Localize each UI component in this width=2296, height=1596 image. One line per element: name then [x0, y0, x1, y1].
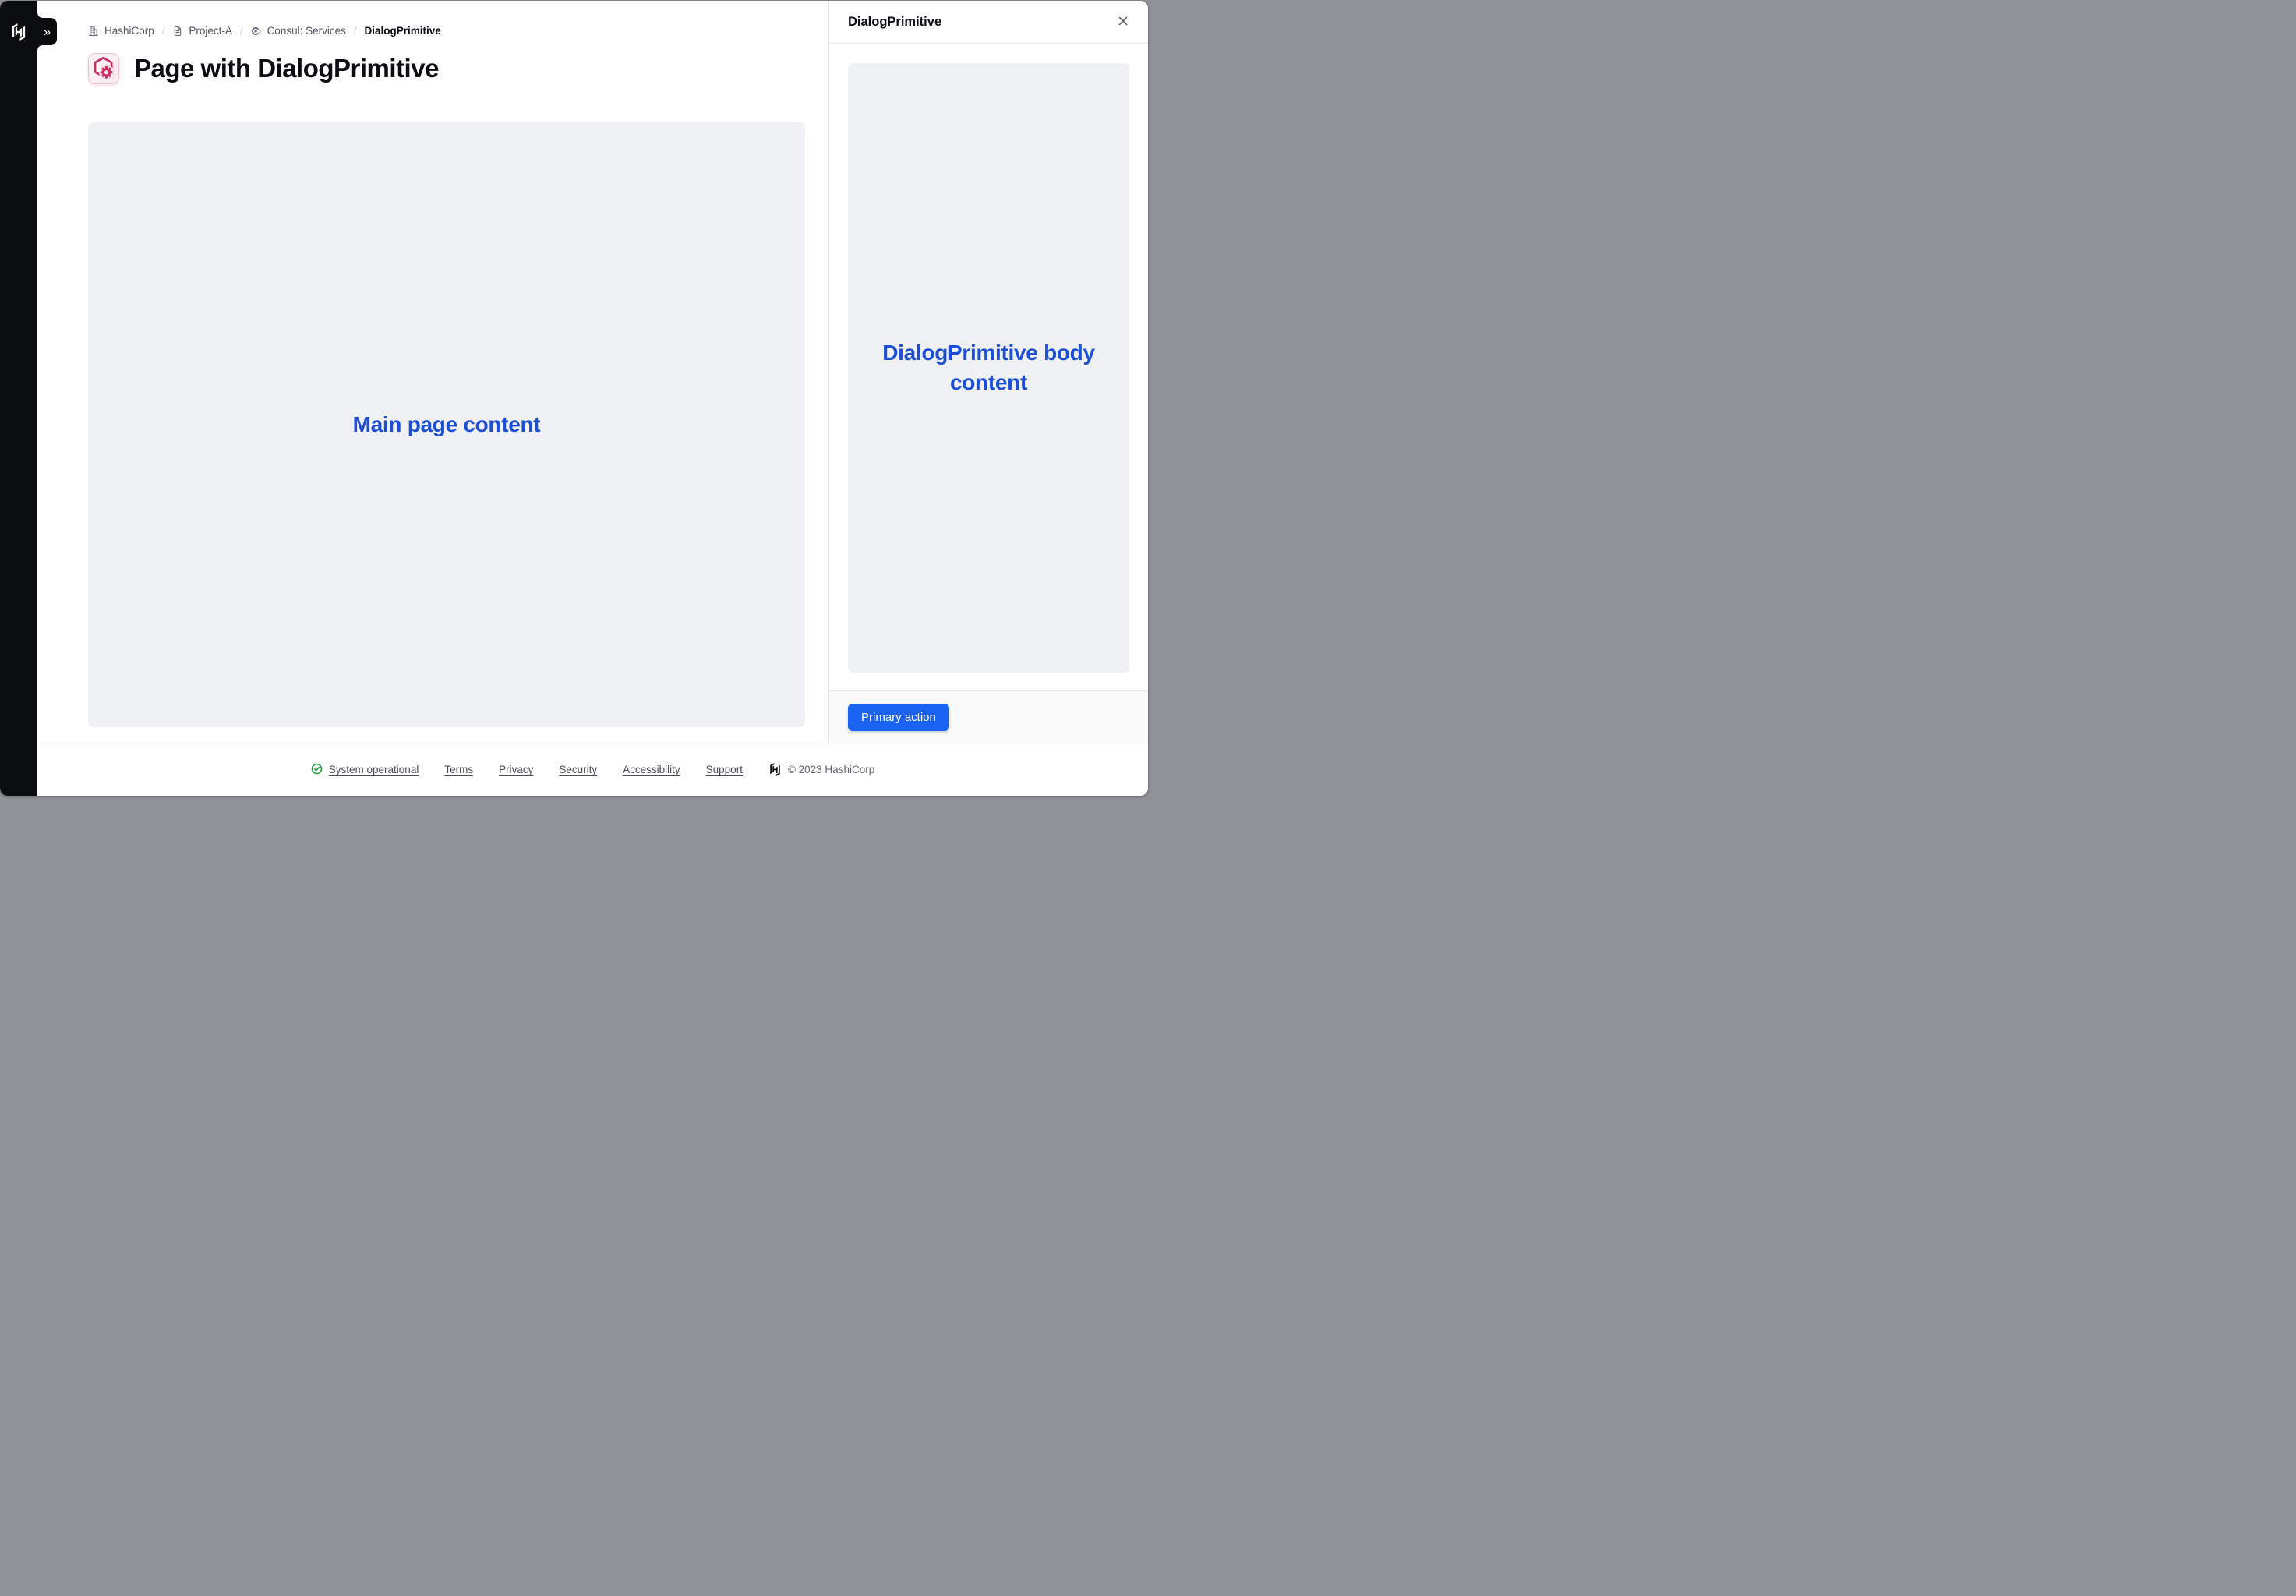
copyright-text: © 2023 HashiCorp: [788, 764, 874, 775]
dialog-footer: Primary action: [829, 690, 1148, 743]
footer-link-privacy[interactable]: Privacy: [499, 764, 533, 775]
breadcrumb-separator: /: [162, 25, 165, 37]
dialog-close-button[interactable]: [1114, 12, 1132, 31]
breadcrumb: HashiCorp / Project-A /: [88, 25, 441, 37]
app-window: » HashiCorp /: [0, 1, 1148, 796]
main-placeholder-text: Main page content: [353, 410, 541, 440]
breadcrumb-label: HashiCorp: [104, 25, 154, 37]
footer-link-security[interactable]: Security: [559, 764, 597, 775]
footer-link-accessibility[interactable]: Accessibility: [623, 764, 680, 775]
footer-link-support[interactable]: Support: [706, 764, 743, 775]
sidebar-expand-button[interactable]: »: [37, 18, 57, 45]
system-status-link[interactable]: System operational: [311, 763, 419, 777]
breadcrumb-item-current: DialogPrimitive: [364, 25, 440, 37]
dialog-body-placeholder-area: DialogPrimitive body content: [848, 63, 1129, 673]
double-chevron-right-icon: »: [44, 25, 51, 38]
org-icon: [88, 26, 99, 37]
breadcrumb-separator: /: [240, 25, 243, 37]
breadcrumb-label: Consul: Services: [267, 25, 346, 37]
breadcrumb-item-consul-services[interactable]: Consul: Services: [251, 25, 346, 37]
dialog-header: DialogPrimitive: [829, 1, 1148, 44]
hexagon-gear-icon: [88, 53, 119, 84]
primary-action-button[interactable]: Primary action: [848, 704, 949, 731]
app-footer: System operational Terms Privacy Securit…: [37, 743, 1148, 796]
sidebar-rail: [0, 1, 37, 796]
breadcrumb-item-project-a[interactable]: Project-A: [172, 25, 232, 37]
check-circle-icon: [311, 763, 323, 777]
footer-link-terms[interactable]: Terms: [444, 764, 473, 775]
consul-icon: [251, 26, 262, 37]
page-title-row: Page with DialogPrimitive: [88, 53, 439, 84]
file-text-icon: [172, 26, 183, 37]
breadcrumb-item-hashicorp[interactable]: HashiCorp: [88, 25, 154, 37]
dialog-title: DialogPrimitive: [848, 15, 1114, 30]
hashicorp-logo-icon[interactable]: [10, 23, 27, 41]
close-icon: [1117, 15, 1129, 30]
dialog-body-placeholder-text: DialogPrimitive body content: [879, 338, 1098, 397]
system-status-label: System operational: [329, 764, 419, 775]
breadcrumb-label: Project-A: [189, 25, 232, 37]
main-placeholder-area: Main page content: [88, 122, 805, 727]
footer-copyright: © 2023 HashiCorp: [768, 763, 874, 776]
main-content: HashiCorp / Project-A /: [37, 1, 828, 743]
page-title: Page with DialogPrimitive: [134, 54, 439, 83]
dialog-primitive-panel: DialogPrimitive DialogPrimitive body con…: [828, 1, 1148, 743]
hashicorp-logo-icon: [768, 763, 782, 776]
breadcrumb-separator: /: [354, 25, 357, 37]
